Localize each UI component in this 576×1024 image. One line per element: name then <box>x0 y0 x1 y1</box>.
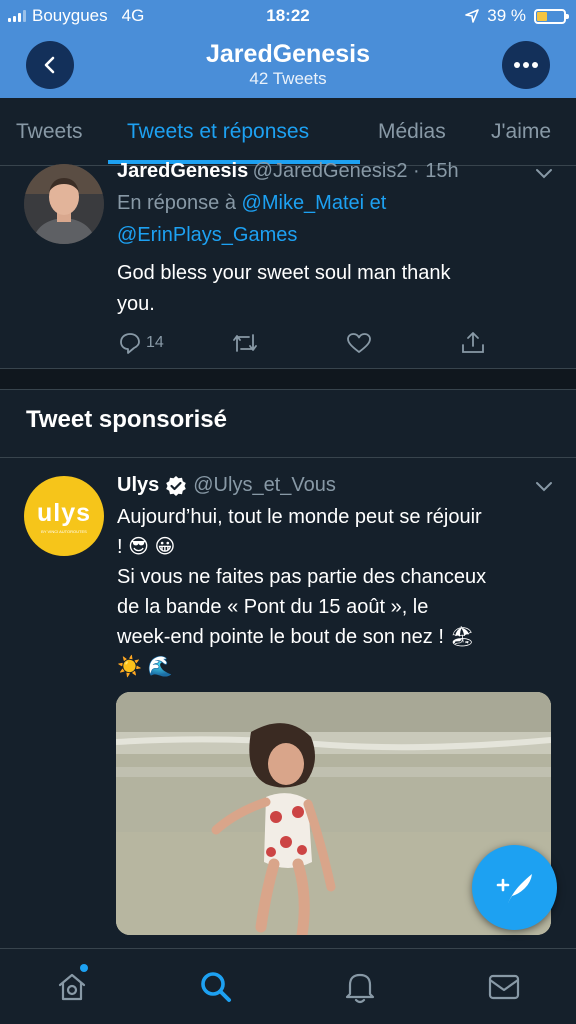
tweet-header: Ulys @Ulys_et_Vous <box>117 474 336 497</box>
retweet-icon <box>233 334 257 352</box>
compose-tweet-button[interactable] <box>472 845 557 930</box>
tweet-text: week-end pointe le bout de son nez ! 🏖 <box>117 626 475 648</box>
section-title: Tweet sponsorisé <box>26 406 227 433</box>
chevron-down-icon[interactable] <box>534 167 554 181</box>
tab-tweets-and-replies[interactable]: Tweets et réponses <box>127 120 309 144</box>
tweet-author-name[interactable]: Ulys <box>117 474 159 497</box>
nav-search[interactable] <box>196 967 236 1007</box>
avatar[interactable]: ulys BY VINCI AUTOROUTES <box>24 476 104 556</box>
tweet-count: 42 Tweets <box>249 69 327 88</box>
compose-icon <box>496 873 532 903</box>
reply-icon <box>120 333 140 354</box>
tweet-text: de la bande « Pont du 15 août », le <box>117 596 429 618</box>
ulys-logo-sub: BY VINCI AUTOROUTES <box>41 528 87 534</box>
ulys-logo: ulys <box>36 498 92 527</box>
tweet-author-name[interactable]: JaredGenesis <box>117 160 248 182</box>
section-separator <box>0 368 576 390</box>
divider <box>0 457 576 458</box>
nav-home[interactable] <box>52 967 92 1007</box>
tweet-text: ☀️ 🌊 <box>117 656 173 678</box>
home-icon <box>58 973 86 1001</box>
reply-prefix: En réponse à <box>117 192 242 214</box>
tweet-author-handle: @JaredGenesis2 · 15h <box>252 160 459 182</box>
profile-header: Bouygues 4G 18:22 39 % JaredGenesis 42 T… <box>0 0 576 98</box>
tab-tweets[interactable]: Tweets <box>16 120 83 144</box>
retweet-button[interactable] <box>231 331 259 355</box>
mention-link[interactable]: @Mike_Matei <box>242 192 365 214</box>
battery-icon <box>534 8 569 24</box>
mention-link[interactable]: @ErinPlays_Games <box>117 220 297 251</box>
tab-media[interactable]: Médias <box>378 120 446 144</box>
profile-tabs: Tweets Tweets et réponses Médias J'aime <box>0 98 576 166</box>
tweet-header: JaredGenesis @JaredGenesis2 · 15h <box>117 160 459 183</box>
bell-icon <box>345 973 375 1004</box>
verified-icon <box>166 475 187 496</box>
reply-context: En réponse à @Mike_Matei et <box>117 188 386 219</box>
like-button[interactable] <box>346 331 372 355</box>
mail-icon <box>488 974 520 1000</box>
tweet-text: Si vous ne faites pas partie des chanceu… <box>117 566 487 588</box>
tweet-text: ! 😎 😀 <box>117 536 176 558</box>
tab-likes[interactable]: J'aime <box>491 120 551 144</box>
share-button[interactable] <box>460 329 486 355</box>
tweet-text: Aujourd’hui, tout le monde peut se réjou… <box>117 506 482 528</box>
tweet-author-handle: @Ulys_et_Vous <box>193 474 336 496</box>
bottom-navigation <box>0 948 576 1024</box>
notification-dot <box>80 964 88 972</box>
heart-icon <box>347 333 371 353</box>
battery-percent: 39 % <box>487 6 526 25</box>
tweet-text: you. <box>117 293 155 315</box>
avatar[interactable] <box>24 164 104 244</box>
location-icon <box>465 9 480 23</box>
tweet-text: God bless your sweet soul man thank <box>117 262 451 284</box>
nav-notifications[interactable] <box>340 967 380 1007</box>
reply-and: et <box>364 192 387 214</box>
status-bar: Bouygues 4G 18:22 39 % <box>0 6 576 28</box>
chevron-down-icon[interactable] <box>534 480 554 494</box>
nav-messages[interactable] <box>484 967 524 1007</box>
reply-count: 14 <box>146 334 164 351</box>
more-icon <box>514 62 538 68</box>
reply-button[interactable]: 14 <box>118 331 164 355</box>
more-button[interactable] <box>502 41 550 89</box>
search-icon <box>201 972 231 1002</box>
share-icon <box>462 332 484 353</box>
profile-name-title: JaredGenesis <box>206 40 370 68</box>
